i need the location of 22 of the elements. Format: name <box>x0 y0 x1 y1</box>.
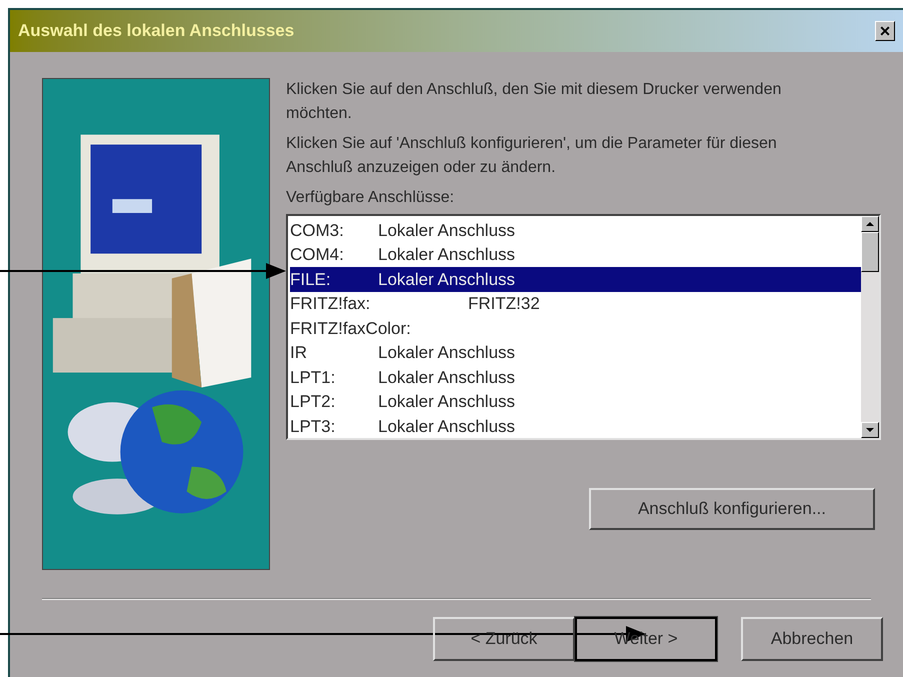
scrollbar[interactable] <box>861 216 879 438</box>
instruction-text: Klicken Sie auf den Anschluß, den Sie mit diesem Drucker verwenden möchten. <box>286 80 782 124</box>
close-button[interactable]: × <box>875 21 895 41</box>
port-item[interactable]: IR Lokaler Anschluss <box>290 340 861 365</box>
scroll-thumb[interactable] <box>861 232 879 272</box>
ports-label: Verfügbare Anschlüsse: <box>286 188 456 208</box>
port-item[interactable]: FRITZ!faxColor: <box>290 316 861 340</box>
instruction-text: Klicken Sie auf 'Anschluß konfigurieren', um die Parameter für diesen Anschluß anzuzeigen oder zu ändern. <box>286 134 778 178</box>
scroll-up-icon[interactable] <box>861 216 879 232</box>
port-item[interactable]: COM4: Lokaler Anschluss <box>290 242 861 267</box>
wizard-button[interactable]: Abbrechen <box>741 617 883 661</box>
port-item[interactable]: LPT1: Lokaler Anschluss <box>290 365 861 390</box>
window-title: Auswahl des lokalen Anschlusses <box>18 20 294 42</box>
port-item[interactable]: LPT2: Lokaler Anschluss <box>290 390 861 414</box>
wizard-button[interactable]: < Zurück <box>433 617 575 661</box>
port-item[interactable]: LPT3: Lokaler Anschluss <box>290 414 861 438</box>
port-item[interactable]: COM3: Lokaler Anschluss <box>290 218 861 242</box>
port-item[interactable]: FRITZ!fax: FRITZ!32 <box>290 292 861 316</box>
scroll-down-icon[interactable] <box>861 422 879 438</box>
ports-listbox[interactable]: COM3: Lokaler Anschluss COM4: Lokaler Anschluss FILE: Lokaler Anschluss FRITZ!fax: FRITZ!32 FRITZ!faxColor: IR Lokaler Anschluss LPT1: Lokaler Anschluss LPT2: Lokaler Anschluss LPT3: Lokaler Anschluss <box>286 214 881 440</box>
port-item[interactable]: FILE: Lokaler Anschluss <box>290 267 861 292</box>
configure-port-button[interactable]: Anschluß konfigurieren... <box>589 488 875 530</box>
